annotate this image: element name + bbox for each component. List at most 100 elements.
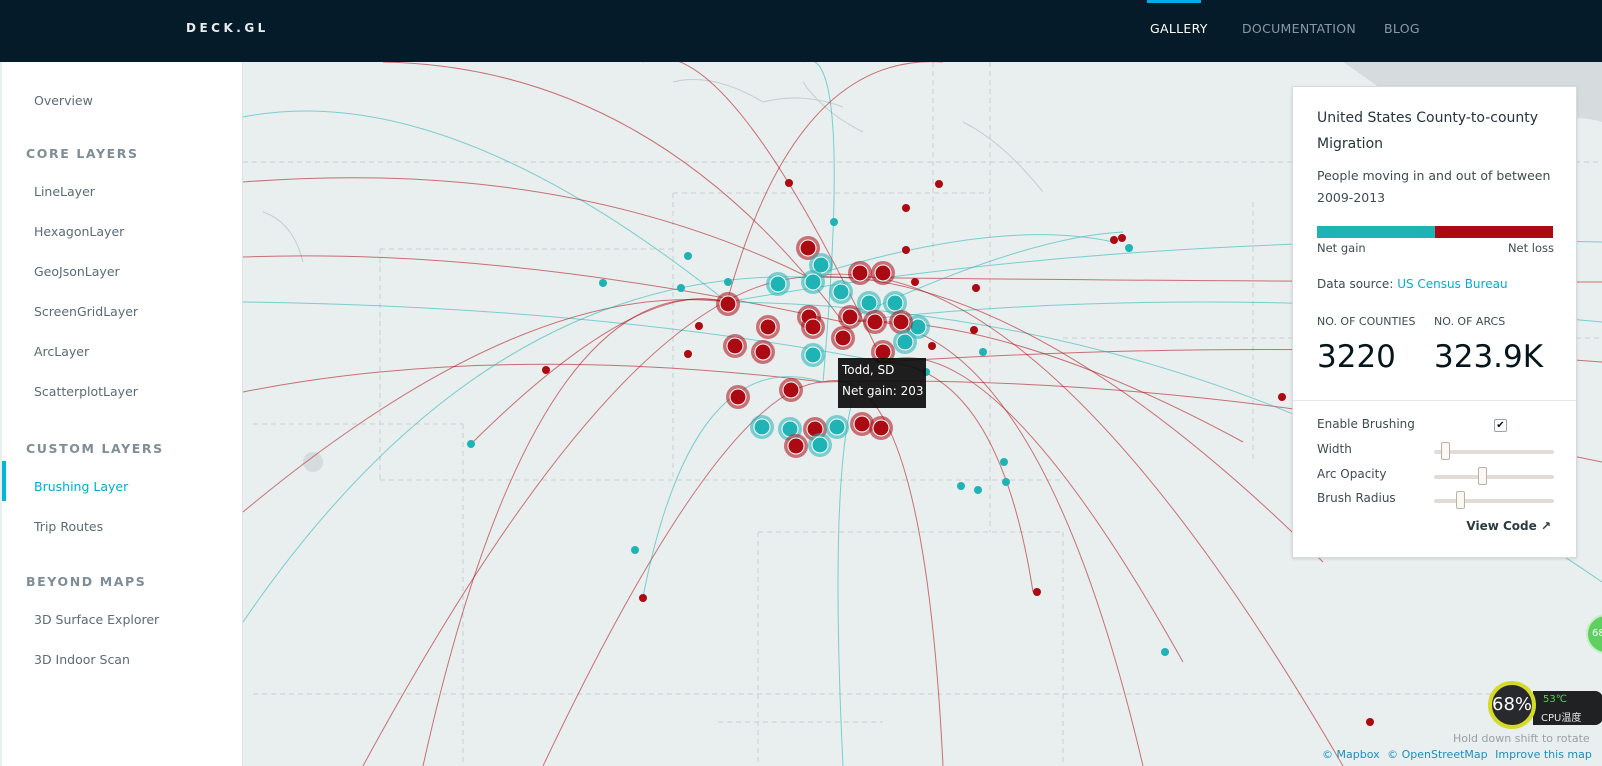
tooltip-value: Net gain: 203 (842, 384, 924, 398)
brush-radius-slider-thumb[interactable] (1456, 491, 1466, 509)
cpu-usage-ring: 68% (1488, 681, 1536, 729)
map-attribution: © Mapbox © OpenStreetMap Improve this ma… (1322, 748, 1596, 761)
loss-county-dot (1366, 718, 1374, 726)
loss-county-dot (970, 326, 978, 334)
panel-divider (1293, 400, 1576, 401)
arcs-label: NO. OF ARCS (1434, 315, 1506, 328)
loss-county-dot (695, 322, 703, 330)
brush-radius-label: Brush Radius (1317, 491, 1396, 505)
arc-opacity-slider-track (1434, 475, 1554, 479)
attribution-osm[interactable]: © OpenStreetMap (1387, 748, 1488, 761)
county-marker-core (874, 264, 892, 282)
arcs-value: 323.9K (1434, 339, 1544, 375)
gain-county-dot (724, 278, 732, 286)
sidebar-item-overview[interactable]: Overview (34, 93, 93, 108)
legend-color-bar (1317, 226, 1553, 238)
attribution-mapbox[interactable]: © Mapbox (1322, 748, 1380, 761)
cpu-monitor-widget[interactable]: 53℃ CPU温度 68% (1488, 681, 1602, 738)
active-nav-indicator (1147, 0, 1201, 3)
sidebar-item-linelayer[interactable]: LineLayer (34, 184, 95, 199)
sidebar-item-trip-routes[interactable]: Trip Routes (34, 519, 103, 534)
loss-county-dot (972, 284, 980, 292)
gain-county-dot (957, 482, 965, 490)
county-marker-core (729, 388, 747, 406)
data-source-label: Data source: (1317, 277, 1394, 291)
loss-county-dot (785, 179, 793, 187)
nav-link-gallery[interactable]: GALLERY (1150, 21, 1208, 36)
county-marker-core (832, 283, 850, 301)
gain-county-dot (830, 218, 838, 226)
county-marker-core (719, 295, 737, 313)
width-label: Width (1317, 442, 1352, 456)
county-marker-core (804, 273, 822, 291)
view-code-link[interactable]: View Code ↗ (1466, 519, 1551, 533)
gain-county-dot (467, 440, 475, 448)
enable-brushing-checkbox[interactable]: ✔ (1494, 419, 1507, 432)
brush-radius-slider-track (1434, 499, 1554, 503)
loss-county-dot (902, 204, 910, 212)
cpu-temp: 53℃ (1543, 694, 1567, 705)
cpu-info-panel: 53℃ CPU温度 (1533, 691, 1602, 725)
width-slider-track (1434, 450, 1554, 454)
county-marker-core (896, 333, 914, 351)
top-navbar: DECK.GL GALLERY DOCUMENTATION BLOG (0, 0, 1602, 62)
county-marker-core (872, 419, 890, 437)
loss-county-dot (684, 350, 692, 358)
control-panel: United States County-to-county Migration… (1292, 86, 1577, 558)
sidebar-item-3d-surface-explorer[interactable]: 3D Surface Explorer (34, 612, 159, 627)
loss-county-dot (1033, 588, 1041, 596)
sidebar-heading-beyond-maps: BEYOND MAPS (26, 574, 147, 589)
county-marker-core (787, 437, 805, 455)
sidebar-heading-core-layers: CORE LAYERS (26, 146, 139, 161)
panel-title: United States County-to-county Migration (1317, 110, 1539, 152)
loss-county-dot (902, 246, 910, 254)
county-marker-core (834, 329, 852, 347)
county-marker-core (799, 239, 817, 257)
arc-opacity-slider-thumb[interactable] (1478, 467, 1488, 485)
data-source-row: Data source: US Census Bureau (1317, 277, 1508, 291)
arc-opacity-slider[interactable] (1434, 467, 1554, 485)
gain-county-dot (1002, 478, 1010, 486)
attribution-improve[interactable]: Improve this map (1495, 748, 1592, 761)
counties-label: NO. OF COUNTIES (1317, 315, 1416, 328)
width-slider-thumb[interactable] (1440, 442, 1450, 460)
gain-county-dot (684, 252, 692, 260)
loss-county-dot (1278, 393, 1286, 401)
sidebar-item-brushing-layer[interactable]: Brushing Layer (34, 479, 128, 494)
county-marker-core (769, 275, 787, 293)
gain-county-dot (599, 279, 607, 287)
loss-county-dot (928, 342, 936, 350)
county-marker-core (866, 313, 884, 331)
sidebar-item-screengridlayer[interactable]: ScreenGridLayer (34, 304, 138, 319)
rotate-hint: Hold down shift to rotate (1453, 732, 1590, 745)
nav-link-blog[interactable]: BLOG (1384, 21, 1420, 36)
county-marker-core (860, 294, 878, 312)
gain-county-dot (1125, 244, 1133, 252)
sidebar-item-scatterplotlayer[interactable]: ScatterplotLayer (34, 384, 138, 399)
county-marker-core (804, 346, 822, 364)
deckgl-logo[interactable]: DECK.GL (186, 21, 269, 35)
arc-opacity-label: Arc Opacity (1317, 467, 1387, 481)
county-marker-core (886, 294, 904, 312)
sidebar-item-hexagonlayer[interactable]: HexagonLayer (34, 224, 124, 239)
width-slider[interactable] (1434, 442, 1554, 460)
sidebar-heading-custom-layers: CUSTOM LAYERS (26, 441, 164, 456)
nav-link-documentation[interactable]: DOCUMENTATION (1242, 21, 1356, 36)
county-marker-core (759, 318, 777, 336)
loss-county-dot (1110, 236, 1118, 244)
counties-value: 3220 (1317, 339, 1396, 375)
legend-gain-label: Net gain (1317, 241, 1366, 255)
loss-county-dot (935, 180, 943, 188)
sidebar-item-arclayer[interactable]: ArcLayer (34, 344, 89, 359)
sidebar-item-3d-indoor-scan[interactable]: 3D Indoor Scan (34, 652, 130, 667)
sidebar-active-indicator (2, 461, 6, 501)
brush-radius-slider[interactable] (1434, 491, 1554, 509)
panel-subtitle: People moving in and out of between 2009… (1317, 168, 1551, 205)
sidebar-item-geojsonlayer[interactable]: GeoJsonLayer (34, 264, 120, 279)
county-marker-core (828, 418, 846, 436)
county-tooltip: Todd, SD Net gain: 203 (838, 358, 926, 408)
loss-county-dot (542, 366, 550, 374)
gain-county-dot (974, 486, 982, 494)
county-marker-core (782, 381, 800, 399)
data-source-link[interactable]: US Census Bureau (1397, 277, 1507, 291)
